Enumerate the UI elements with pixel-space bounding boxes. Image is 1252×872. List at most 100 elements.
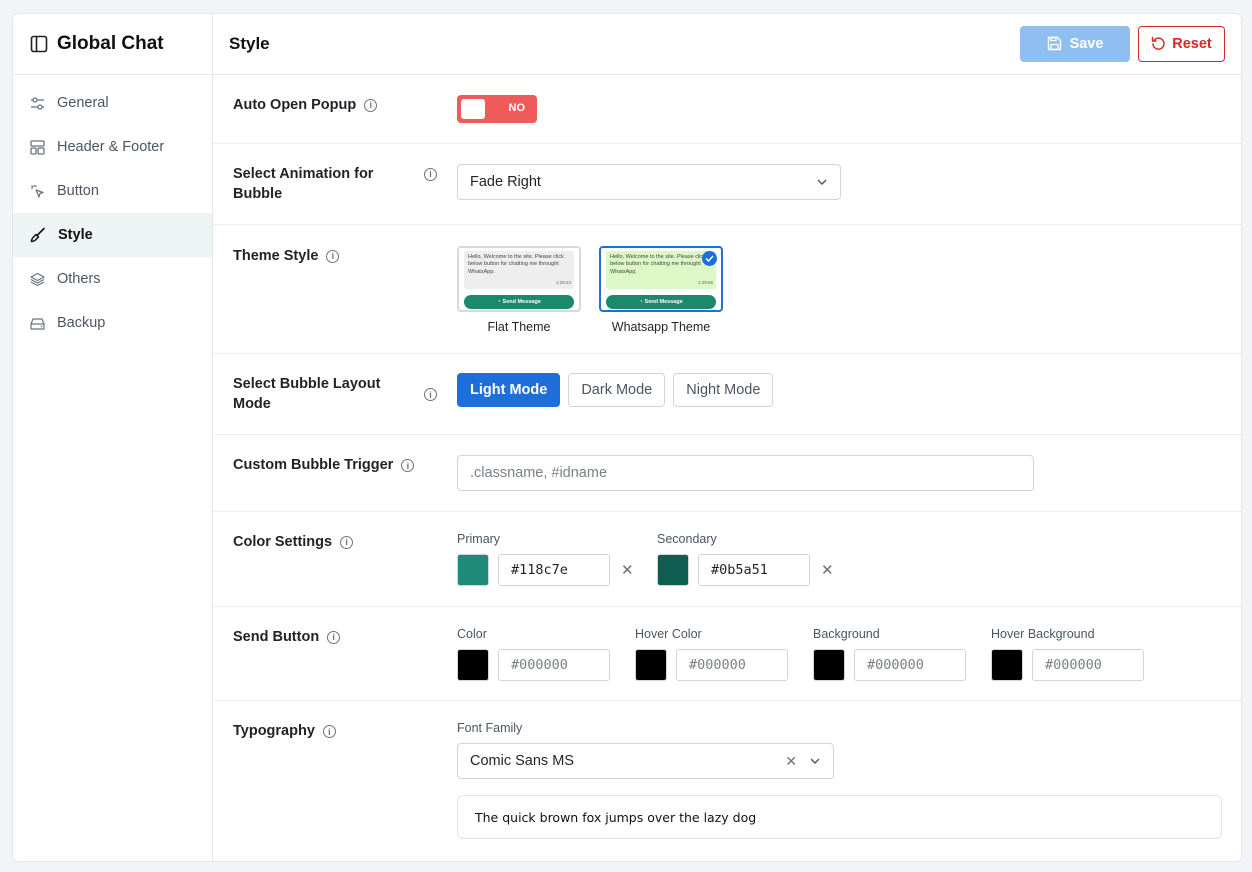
page-header: Style Save Reset	[213, 14, 1241, 75]
primary-color-group: Primary #118c7e ✕	[457, 532, 637, 606]
typography-label: Typography i	[213, 701, 457, 861]
theme-style-row: Theme Style i Hello, Welcome to the site…	[213, 225, 1241, 355]
preview-send-button: ◔ Send Message	[606, 294, 716, 309]
info-icon[interactable]: i	[364, 98, 378, 112]
secondary-color-label: Secondary	[657, 531, 717, 546]
save-button[interactable]: Save	[1020, 25, 1130, 62]
theme-name: Whatsapp Theme	[611, 319, 711, 334]
brand: Global Chat	[13, 14, 212, 75]
secondary-color-group: Secondary #0b5a51 ✕	[657, 531, 834, 606]
sidebar-item-label: Header & Footer	[57, 139, 165, 155]
font-preview: The quick brown fox jumps over the lazy …	[457, 795, 1222, 840]
send-color-group: Color #000000	[457, 627, 635, 701]
reset-icon	[1152, 37, 1165, 51]
sidebar-panel-icon[interactable]	[30, 35, 48, 53]
save-icon	[1047, 37, 1061, 51]
auto-open-toggle[interactable]: NO	[457, 94, 537, 123]
send-color-swatch[interactable]	[457, 648, 489, 681]
app-window: Global Chat General Header & Footer Butt…	[12, 13, 1242, 862]
send-color-input[interactable]: #000000	[498, 648, 610, 681]
info-icon[interactable]: i	[401, 459, 415, 473]
send-hover-color-group: Hover Color #000000	[635, 627, 813, 701]
info-icon[interactable]: i	[424, 388, 437, 402]
color-settings-label: Color Settings i	[213, 512, 457, 606]
send-background-group: Background #000000	[813, 627, 991, 701]
clear-icon[interactable]: ✕	[821, 561, 834, 579]
auto-open-label: Auto Open Popup i	[213, 75, 457, 143]
send-hover-background-input[interactable]: #000000	[1032, 648, 1144, 681]
sidebar-item-label: Others	[57, 271, 101, 287]
theme-flat[interactable]: Hello, Welcome to the site. Please click…	[457, 245, 581, 334]
color-settings-row: Color Settings i Primary #118c7e ✕ Secon…	[213, 512, 1241, 607]
sidebar-nav: General Header & Footer Button Style Oth…	[13, 75, 212, 345]
pointer-click-icon	[31, 184, 44, 198]
primary-color-swatch[interactable]	[457, 553, 489, 586]
send-hover-color-swatch[interactable]	[635, 648, 667, 681]
send-hover-color-input[interactable]: #000000	[676, 648, 788, 681]
send-hover-background-swatch[interactable]	[991, 648, 1023, 681]
clear-icon[interactable]: ✕	[785, 753, 797, 770]
theme-name: Flat Theme	[487, 319, 551, 334]
toggle-state: NO	[508, 101, 526, 114]
whatsapp-icon: ◔	[639, 298, 643, 305]
sidebar-item-backup[interactable]: Backup	[13, 301, 212, 345]
dark-mode-button[interactable]: Dark Mode	[568, 373, 666, 408]
animation-row: Select Animation for Bubble i Fade Right	[213, 144, 1241, 225]
animation-label: Select Animation for Bubble i	[213, 144, 457, 224]
layout-icon	[30, 139, 45, 155]
animation-select[interactable]: Fade Right	[457, 163, 841, 200]
app-title: Global Chat	[57, 33, 164, 54]
custom-trigger-input[interactable]	[457, 455, 1034, 492]
chevron-down-icon	[817, 179, 827, 185]
send-background-input[interactable]: #000000	[854, 648, 966, 681]
font-family-group: Font Family Comic Sans MS ✕	[457, 721, 1241, 780]
info-icon[interactable]: i	[322, 725, 336, 739]
sidebar-item-general[interactable]: General	[13, 81, 212, 125]
send-button-label: Send Button i	[213, 607, 457, 701]
toggle-knob	[461, 98, 485, 119]
info-icon[interactable]: i	[327, 630, 341, 644]
sidebar-item-label: Button	[57, 183, 99, 199]
font-family-label: Font Family	[457, 721, 523, 736]
theme-card-flat[interactable]: Hello, Welcome to the site. Please click…	[457, 245, 581, 312]
secondary-color-swatch[interactable]	[657, 553, 689, 586]
sidebar-item-label: Style	[58, 227, 93, 243]
clear-icon[interactable]: ✕	[621, 561, 634, 579]
chevron-down-icon	[810, 758, 820, 765]
reset-button[interactable]: Reset	[1138, 25, 1225, 62]
info-icon[interactable]: i	[424, 167, 437, 181]
sidebar-item-header-footer[interactable]: Header & Footer	[13, 125, 212, 169]
send-hover-background-group: Hover Background #000000	[991, 627, 1169, 701]
custom-trigger-row: Custom Bubble Trigger i	[213, 435, 1241, 512]
custom-trigger-label: Custom Bubble Trigger i	[213, 435, 457, 511]
typography-row: Typography i Font Family Comic Sans MS ✕…	[213, 701, 1241, 861]
preview-message: Hello, Welcome to the site. Please click…	[606, 250, 716, 289]
sidebar-item-button[interactable]: Button	[13, 169, 212, 213]
info-icon[interactable]: i	[340, 535, 354, 549]
sidebar-item-style[interactable]: Style	[13, 213, 212, 257]
font-family-select[interactable]: Comic Sans MS ✕	[457, 743, 834, 780]
page-title: Style	[229, 33, 270, 53]
sliders-icon	[31, 96, 44, 110]
theme-card-whatsapp[interactable]: Hello, Welcome to the site. Please click…	[599, 245, 723, 312]
secondary-color-input[interactable]: #0b5a51	[698, 553, 810, 586]
brush-icon	[30, 227, 45, 243]
send-button-row: Send Button i Color #000000 Hover Color …	[213, 607, 1241, 702]
check-icon	[702, 250, 717, 266]
save-label: Save	[1069, 35, 1104, 52]
drive-icon	[30, 317, 45, 330]
preview-message: Hello, Welcome to the site. Please click…	[464, 250, 574, 289]
sidebar-item-others[interactable]: Others	[13, 257, 212, 301]
send-background-swatch[interactable]	[813, 648, 845, 681]
primary-color-input[interactable]: #118c7e	[498, 553, 610, 586]
theme-whatsapp[interactable]: Hello, Welcome to the site. Please click…	[599, 245, 723, 334]
primary-color-label: Primary	[457, 531, 501, 546]
info-icon[interactable]: i	[326, 249, 340, 263]
reset-label: Reset	[1172, 35, 1212, 52]
light-mode-button[interactable]: Light Mode	[457, 373, 561, 408]
sidebar-item-label: Backup	[57, 315, 106, 331]
night-mode-button[interactable]: Night Mode	[673, 373, 774, 408]
bubble-layout-options: Light Mode Dark Mode Night Mode	[457, 373, 1241, 408]
whatsapp-icon: ◔	[497, 298, 501, 305]
auto-open-row: Auto Open Popup i NO	[213, 75, 1241, 144]
